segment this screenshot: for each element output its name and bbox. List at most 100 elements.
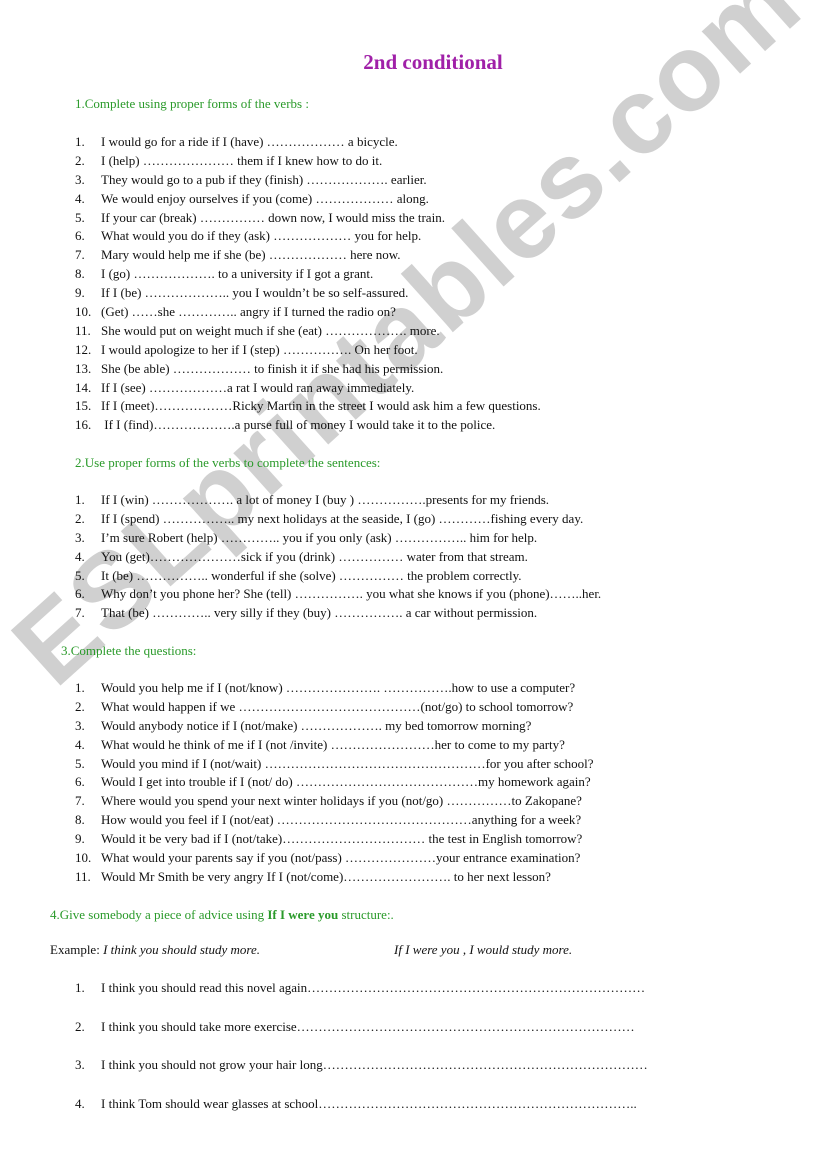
item-number: 4. (75, 548, 85, 564)
item-text: I would apologize to her if I (step) ………… (101, 341, 418, 357)
item-text: How would you feel if I (not/eat) ………………… (101, 812, 582, 828)
exercise-item: 3. I think you should not grow your hair … (75, 1057, 648, 1096)
item-number: 15. (75, 398, 92, 414)
exercise-item: 1. If I (win) ………………. a lot of money I (b… (75, 491, 601, 510)
item-number: 1. (75, 134, 85, 149)
item-text: What would your parents say if you (not/… (101, 850, 581, 866)
item-number: 5. (75, 209, 85, 225)
exercise-item: 9. If I (be) ……………….. you I wouldn’t be s… (75, 284, 541, 303)
item-number: 2. (75, 1018, 85, 1034)
item-number: 4. (75, 736, 85, 752)
item-text: What would happen if we ……………………………………(n… (101, 698, 574, 714)
item-text: If I (meet)………………Ricky Martin in the str… (101, 398, 541, 414)
exercise-item: 3. They would go to a pub if they (finish… (75, 171, 541, 190)
exercise-item: 5. It (be) …………….. wonderful if she (solv… (75, 567, 601, 586)
section-2-list: 1. If I (win) ………………. a lot of money I (b… (75, 491, 601, 623)
item-text: We would enjoy ourselves if you (come) …… (101, 190, 429, 206)
page-title: 2nd conditional (363, 50, 503, 74)
item-text: Mary would help me if she (be) ……………… he… (101, 247, 401, 263)
item-number: 6. (75, 228, 85, 244)
exercise-item: 13. She (be able) ……………… to finish it if … (75, 360, 541, 379)
item-number: 7. (75, 793, 85, 809)
item-text: If I (find)……………….a purse full of money … (101, 417, 496, 433)
item-number: 5. (75, 567, 85, 583)
section-4-heading-post: structure:. (338, 907, 394, 922)
section-4-heading-bold: If I were you (267, 907, 339, 922)
item-text: She would put on weight much if she (eat… (101, 322, 440, 338)
item-text: I think Tom should wear glasses at schoo… (101, 1095, 637, 1111)
item-text: Would Mr Smith be very angry If I (not/c… (101, 868, 551, 884)
item-text: (Get) ……she ………….. angry if I turned the… (101, 304, 396, 320)
exercise-item: 11. She would put on weight much if she (… (75, 322, 541, 341)
item-text: I’m sure Robert (help) ………….. you if you… (101, 529, 538, 545)
exercise-item: 4. We would enjoy ourselves if you (come)… (75, 190, 541, 209)
exercise-item: 11. Would Mr Smith be very angry If I (no… (75, 868, 594, 887)
exercise-item: 10. (Get) ……she ………….. angry if I turned … (75, 303, 541, 322)
item-number: 1. (75, 980, 85, 995)
section-3-heading: 3.Complete the questions: (61, 643, 197, 658)
item-number: 4. (75, 1095, 85, 1111)
exercise-item: 1. I think you should read this novel aga… (75, 980, 648, 1019)
exercise-item: 6. Would I get into trouble if I (not/ do… (75, 773, 594, 792)
item-text: Would I get into trouble if I (not/ do) … (101, 774, 591, 790)
exercise-item: 2. I (help) ………………… them if I knew how to… (75, 152, 541, 171)
exercise-item: 7. That (be) ………….. very silly if they (b… (75, 604, 601, 623)
item-number: 6. (75, 586, 85, 602)
item-number: 3. (75, 717, 85, 733)
item-text: If your car (break) …………… down now, I wo… (101, 209, 445, 225)
exercise-item: 8. How would you feel if I (not/eat) …………… (75, 811, 594, 830)
exercise-item: 14. If I (see) ………………a rat I would ran aw… (75, 379, 541, 398)
item-number: 16. (75, 417, 92, 433)
item-text: What would he think of me if I (not /inv… (101, 736, 565, 752)
item-text: I think you should read this novel again… (101, 980, 646, 995)
item-text: You (get)…………………sick if you (drink) …………… (101, 548, 528, 564)
exercise-item: 2. What would happen if we ……………………………………… (75, 698, 594, 717)
item-text: If I (win) ………………. a lot of money I (buy… (101, 492, 550, 507)
item-text: Why don’t you phone her? She (tell) …………… (101, 586, 602, 602)
example-sentence: I think you should study more. (103, 942, 261, 957)
example-line: Example: I think you should study more. … (50, 942, 572, 958)
section-4-heading-pre: 4.Give somebody a piece of advice using (50, 907, 268, 922)
item-number: 7. (75, 605, 85, 621)
item-text: It (be) …………….. wonderful if she (solve)… (101, 567, 522, 583)
item-number: 10. (75, 850, 92, 866)
item-number: 9. (75, 285, 85, 301)
section-4-list: 1. I think you should read this novel aga… (75, 980, 648, 1134)
exercise-item: 7. Mary would help me if she (be) ……………… … (75, 246, 541, 265)
item-number: 7. (75, 247, 85, 263)
section-2-heading: 2.Use proper forms of the verbs to compl… (75, 455, 381, 470)
exercise-item: 9. Would it be very bad if I (not/take)……… (75, 830, 594, 849)
item-number: 5. (75, 755, 85, 771)
item-number: 3. (75, 1057, 85, 1073)
item-number: 13. (75, 360, 92, 376)
item-number: 11. (75, 322, 91, 338)
exercise-item: 15. If I (meet)………………Ricky Martin in the … (75, 397, 541, 416)
section-4-heading: 4.Give somebody a piece of advice using … (50, 907, 394, 923)
item-text: I (go) ………………. to a university if I got … (101, 266, 374, 282)
item-number: 11. (75, 868, 91, 884)
item-text: I (help) ………………… them if I knew how to d… (101, 152, 383, 168)
item-number: 6. (75, 774, 85, 790)
exercise-item: 1. I would go for a ride if I (have) …………… (75, 133, 541, 152)
exercise-item: 3. I’m sure Robert (help) ………….. you if y… (75, 529, 601, 548)
item-number: 4. (75, 190, 85, 206)
item-text: I think you should not grow your hair lo… (101, 1057, 648, 1073)
item-number: 9. (75, 831, 85, 847)
exercise-item: 6. What would you do if they (ask) ………………… (75, 227, 541, 246)
item-number: 3. (75, 529, 85, 545)
example-label: Example: (50, 942, 104, 957)
item-number: 14. (75, 379, 92, 395)
item-number: 12. (75, 341, 92, 357)
exercise-item: 5. If your car (break) …………… down now, I … (75, 209, 541, 228)
item-text: Where would you spend your next winter h… (101, 793, 582, 809)
exercise-item: 10. What would your parents say if you (n… (75, 849, 594, 868)
exercise-item: 12. I would apologize to her if I (step) … (75, 341, 541, 360)
item-text: Would anybody notice if I (not/make) ………… (101, 717, 532, 733)
exercise-item: 4. What would he think of me if I (not /i… (75, 736, 594, 755)
item-number: 2. (75, 698, 85, 714)
item-text: Would you help me if I (not/know) ………………… (101, 680, 576, 695)
item-number: 8. (75, 266, 85, 282)
section-1-heading: 1.Complete using proper forms of the ver… (75, 96, 309, 111)
item-number: 1. (75, 680, 85, 695)
item-text: If I (spend) …………….. my next holidays at… (101, 510, 584, 526)
